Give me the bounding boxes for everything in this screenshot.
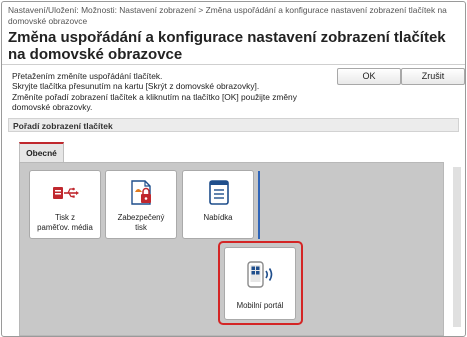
usb-media-icon <box>53 187 79 199</box>
drop-position-indicator <box>258 171 260 239</box>
tile-label-line: Zabezpečený <box>117 213 165 222</box>
instruction-line: Přetažením změníte uspořádání tlačítek. <box>12 71 163 81</box>
section-header: Pořadí zobrazení tlačítek <box>8 118 459 132</box>
menu-list-icon <box>209 180 229 205</box>
tile-label-line: paměťov. média <box>37 222 93 232</box>
tile-label: Tisk z paměťov. média <box>32 213 98 232</box>
cancel-button[interactable]: Zrušit <box>401 68 465 85</box>
tab-general[interactable]: Obecné <box>19 142 64 162</box>
panel-scrollbar[interactable] <box>453 167 461 327</box>
breadcrumb: Nastavení/Uložení: Možnosti: Nastavení z… <box>8 5 447 26</box>
tile-secure-print[interactable]: Zabezpečený tisk <box>105 170 177 239</box>
tile-menu[interactable]: Nabídka <box>182 170 254 239</box>
tile-media-print[interactable]: Tisk z paměťov. média <box>29 170 101 239</box>
ok-button[interactable]: OK <box>337 68 401 85</box>
tile-label: Nabídka <box>185 213 251 223</box>
instruction-line: Změníte pořadí zobrazení tlačítek a klik… <box>12 91 297 102</box>
tile-label-line: Nabídka <box>203 213 233 222</box>
instructions: Přetažením změníte uspořádání tlačítek. … <box>12 71 332 113</box>
dialog-window: Nastavení/Uložení: Možnosti: Nastavení z… <box>1 1 466 337</box>
instruction-line: Skryjte tlačítka přesunutím na kartu [Sk… <box>12 81 260 92</box>
instruction-line: domovské obrazovky. <box>12 102 93 113</box>
page-title: Změna uspořádání a konfigurace nastavení… <box>8 29 446 63</box>
tile-label-line: tisk <box>135 222 147 232</box>
selection-highlight <box>218 241 303 325</box>
tile-label: Zabezpečený tisk <box>108 213 174 232</box>
divider <box>2 64 465 65</box>
tile-label-line: Tisk z <box>54 213 76 222</box>
secure-print-icon <box>131 180 151 205</box>
